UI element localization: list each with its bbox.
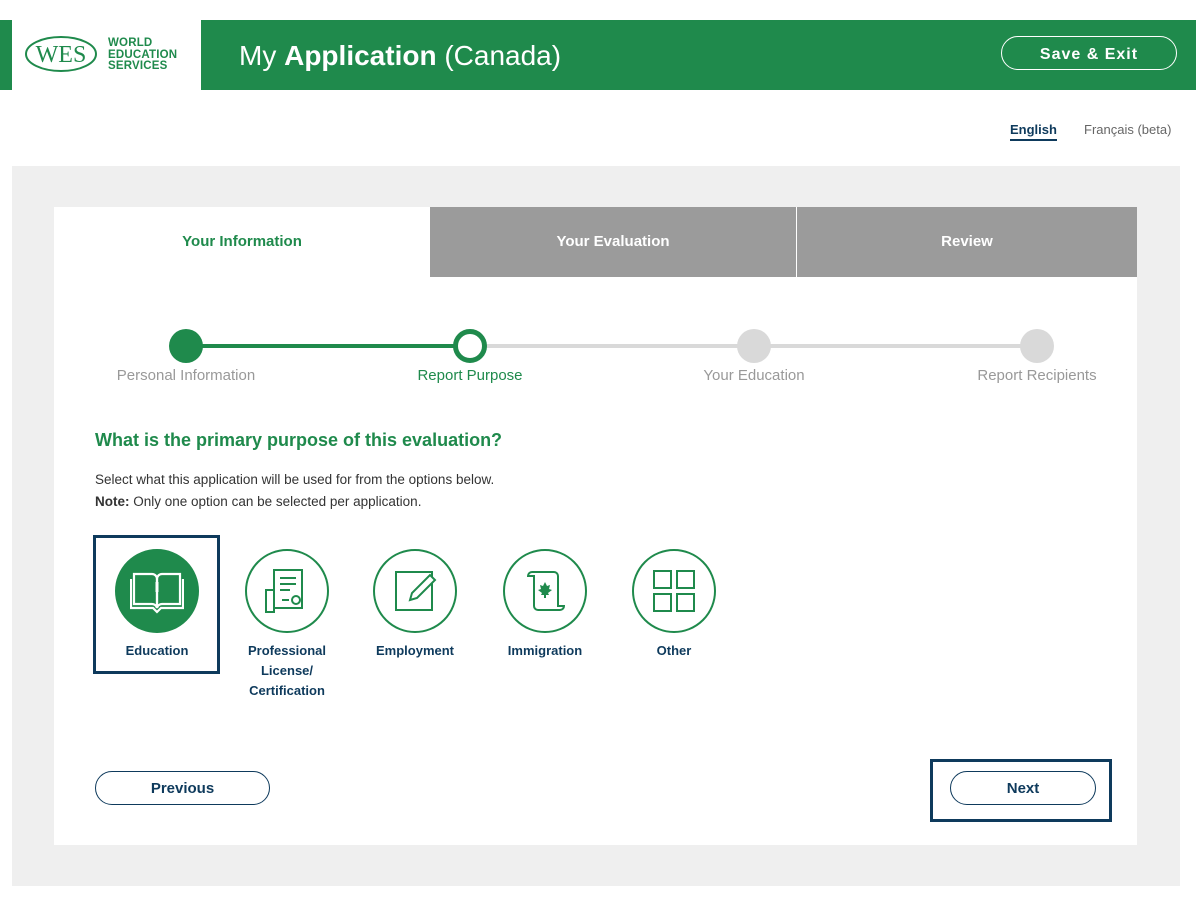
option-professional-license[interactable]: [245, 549, 329, 633]
previous-button[interactable]: Previous: [95, 771, 270, 805]
edit-icon: [395, 571, 437, 611]
title-suffix: (Canada): [444, 40, 562, 71]
option-education[interactable]: [115, 549, 199, 633]
option-other[interactable]: [632, 549, 716, 633]
question-title: What is the primary purpose of this eval…: [95, 430, 503, 450]
wes-logo-mark-text: WES: [36, 42, 87, 68]
logo-line-1: WORLD: [108, 37, 153, 49]
step-label-your-education: Your Education: [703, 367, 805, 384]
instruction-text: Select what this application will be use…: [95, 472, 495, 487]
scroll-maple-leaf-icon: [526, 571, 566, 611]
option-label-professional-line-1: Professional: [247, 643, 327, 658]
note-text: Note: Only one option can be selected pe…: [95, 494, 421, 509]
option-label-professional-line-3: Certification: [249, 683, 325, 698]
option-employment[interactable]: [373, 549, 457, 633]
tab-review[interactable]: Review: [797, 207, 1137, 277]
form-card: [54, 207, 1137, 845]
step-dot-report-purpose: [453, 329, 487, 363]
option-label-education[interactable]: Education: [97, 641, 217, 661]
stepper-progress-line: [186, 344, 470, 348]
note-label: Note:: [95, 494, 130, 509]
step-label-personal-information: Personal Information: [116, 367, 256, 384]
option-immigration[interactable]: [503, 549, 587, 633]
title-bold: Application: [284, 40, 437, 71]
title-prefix: My: [239, 40, 277, 71]
note-body: Only one option can be selected per appl…: [129, 494, 422, 509]
option-label-immigration[interactable]: Immigration: [485, 641, 605, 661]
tab-your-information[interactable]: Your Information: [54, 207, 430, 277]
step-dot-your-education: [737, 329, 771, 363]
step-label-report-recipients: Report Recipients: [977, 367, 1097, 384]
option-label-employment[interactable]: Employment: [355, 641, 475, 661]
language-french-link[interactable]: Français (beta): [1084, 122, 1171, 137]
next-button[interactable]: Next: [950, 771, 1096, 805]
page-title: My Application (Canada): [239, 20, 561, 90]
wes-logo-mark: WES: [25, 36, 97, 72]
grid-icon: [653, 570, 695, 612]
logo-line-3: SERVICES: [108, 60, 168, 72]
book-icon: [130, 572, 184, 614]
step-label-report-purpose: Report Purpose: [417, 367, 523, 384]
option-label-other[interactable]: Other: [614, 641, 734, 661]
step-dot-report-recipients: [1020, 329, 1054, 363]
wes-logo[interactable]: WES WORLD EDUCATION SERVICES: [12, 20, 201, 90]
wes-logo-text: WORLD EDUCATION SERVICES: [108, 37, 177, 73]
step-dot-personal-information: [169, 329, 203, 363]
tab-your-evaluation[interactable]: Your Evaluation: [430, 207, 796, 277]
save-exit-button[interactable]: Save & Exit: [1001, 36, 1177, 70]
certificate-icon: [265, 569, 303, 613]
language-english-link[interactable]: English: [1010, 122, 1057, 141]
option-label-professional-line-2: License/: [260, 663, 314, 678]
option-label-professional-license[interactable]: Professional License/ Certification: [227, 641, 347, 701]
